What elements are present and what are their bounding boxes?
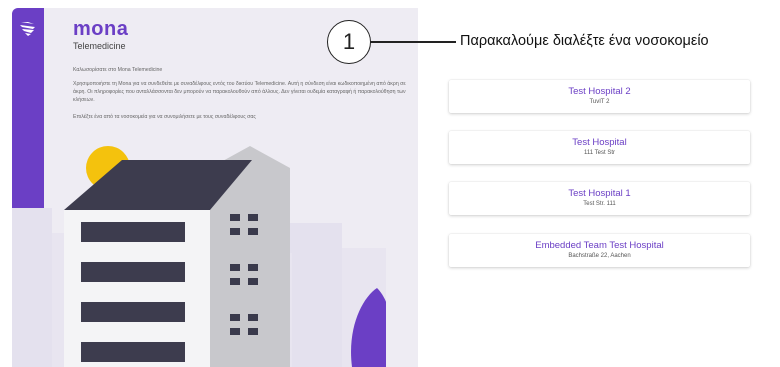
hospital-card[interactable]: Test Hospital 111 Test Str — [449, 131, 750, 164]
hospital-card[interactable]: Embedded Team Test Hospital Bachstraße 2… — [449, 234, 750, 267]
hospital-name: Test Hospital 2 — [568, 86, 631, 97]
hospital-card[interactable]: Test Hospital 2 TuvIT 2 — [449, 80, 750, 113]
city-illustration — [12, 146, 386, 367]
annotation-pointer-line — [370, 41, 456, 43]
hospital-name: Test Hospital — [572, 137, 627, 148]
brand-subtitle: Telemedicine — [73, 41, 126, 51]
instruction-text: Επιλέξτε ένα από τα νοσοκομεία για να συ… — [73, 114, 256, 120]
description-text: Χρησιμοποιήστε τη Mona για να συνδεθείτε… — [73, 81, 406, 103]
hospital-address: TuvIT 2 — [589, 99, 610, 105]
hospital-address: Bachstraße 22, Aachen — [568, 253, 631, 259]
brand-title: mona — [73, 18, 129, 40]
mona-logo-icon[interactable] — [18, 18, 38, 38]
hospital-name: Embedded Team Test Hospital — [535, 240, 664, 251]
hospital-address: Test Str. 111 — [583, 201, 616, 207]
welcome-text: Καλωσορίσατε στο Mona Telemedicine — [73, 67, 163, 73]
hospital-address: 111 Test Str — [583, 150, 616, 156]
hospital-name: Test Hospital 1 — [568, 188, 631, 199]
annotation-text: Παρακαλούμε διαλέξτε ένα νοσοκομείο — [460, 33, 709, 49]
step-number-badge: 1 — [327, 20, 371, 64]
hospital-card[interactable]: Test Hospital 1 Test Str. 111 — [449, 182, 750, 215]
